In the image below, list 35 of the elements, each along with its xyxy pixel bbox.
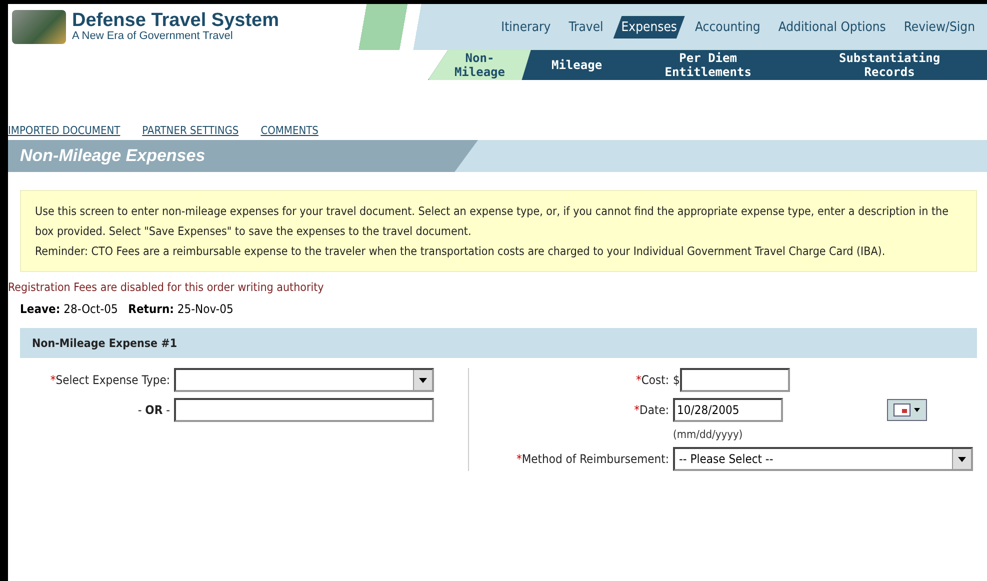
cost-input[interactable] [680,368,790,392]
sub-tab[interactable]: Per Diem Entitlements [622,48,794,82]
nav-tab[interactable]: Additional Options [770,16,894,38]
field-label: *Select Expense Type: [49,373,170,387]
currency-symbol: $ [673,373,680,387]
nav-tab[interactable]: Review/Sign [896,16,983,38]
app-title: Defense Travel System [72,12,280,30]
field-label: *Method of Reimbursement: [515,452,669,466]
field-label: - OR - [136,403,170,417]
logo-icon [12,10,66,44]
date-input[interactable]: 10/28/2005 [673,398,783,422]
select-field[interactable] [174,368,434,392]
app-subtitle: A New Era of Government Travel [72,30,234,42]
header-link[interactable]: IMPORTED DOCUMENT [8,124,120,137]
select-field[interactable]: -- Please Select -- [673,447,973,471]
nav-tab[interactable]: Accounting [687,16,768,38]
date-format-hint: (mm/dd/yyyy) [673,428,744,441]
trip-dates: Leave: 28-Oct-05 Return: 25-Nov-05 [20,302,234,316]
header-link[interactable]: COMMENTS [260,124,318,137]
info-text: Reminder: CTO Fees are a reimbursable expense to the traveler when the transportation costs are charged to your Individual Government Travel Charge Card (IBA). [35,243,886,260]
calendar-button[interactable] [887,399,927,421]
nav-tab[interactable]: Expenses [613,16,686,38]
sub-tab[interactable]: Mileage [537,55,616,75]
nav-tab[interactable]: Travel [560,16,612,38]
field-label: *Cost: [634,373,669,387]
sub-tab[interactable]: Substantiating Records [800,48,979,82]
nav-tab[interactable]: Itinerary [493,16,559,38]
notice-text: Registration Fees are disabled for this order writing authority [8,280,325,294]
field-label: *Date: [633,403,669,417]
page-title: Non-Mileage Expenses [8,140,478,172]
info-text: Use this screen to enter non-mileage expenses for your travel document. Select an expense type, or, if you cannot find the appropriate expense type, enter a description in the box provided. Select "Save Expenses" to save the expenses to the travel document. [35,203,950,240]
section-header: Non-Mileage Expense #1 [20,328,977,358]
header-link[interactable]: PARTNER SETTINGS [142,124,239,137]
description-input[interactable] [174,398,434,422]
sub-tab[interactable]: Non-Mileage [428,48,532,82]
